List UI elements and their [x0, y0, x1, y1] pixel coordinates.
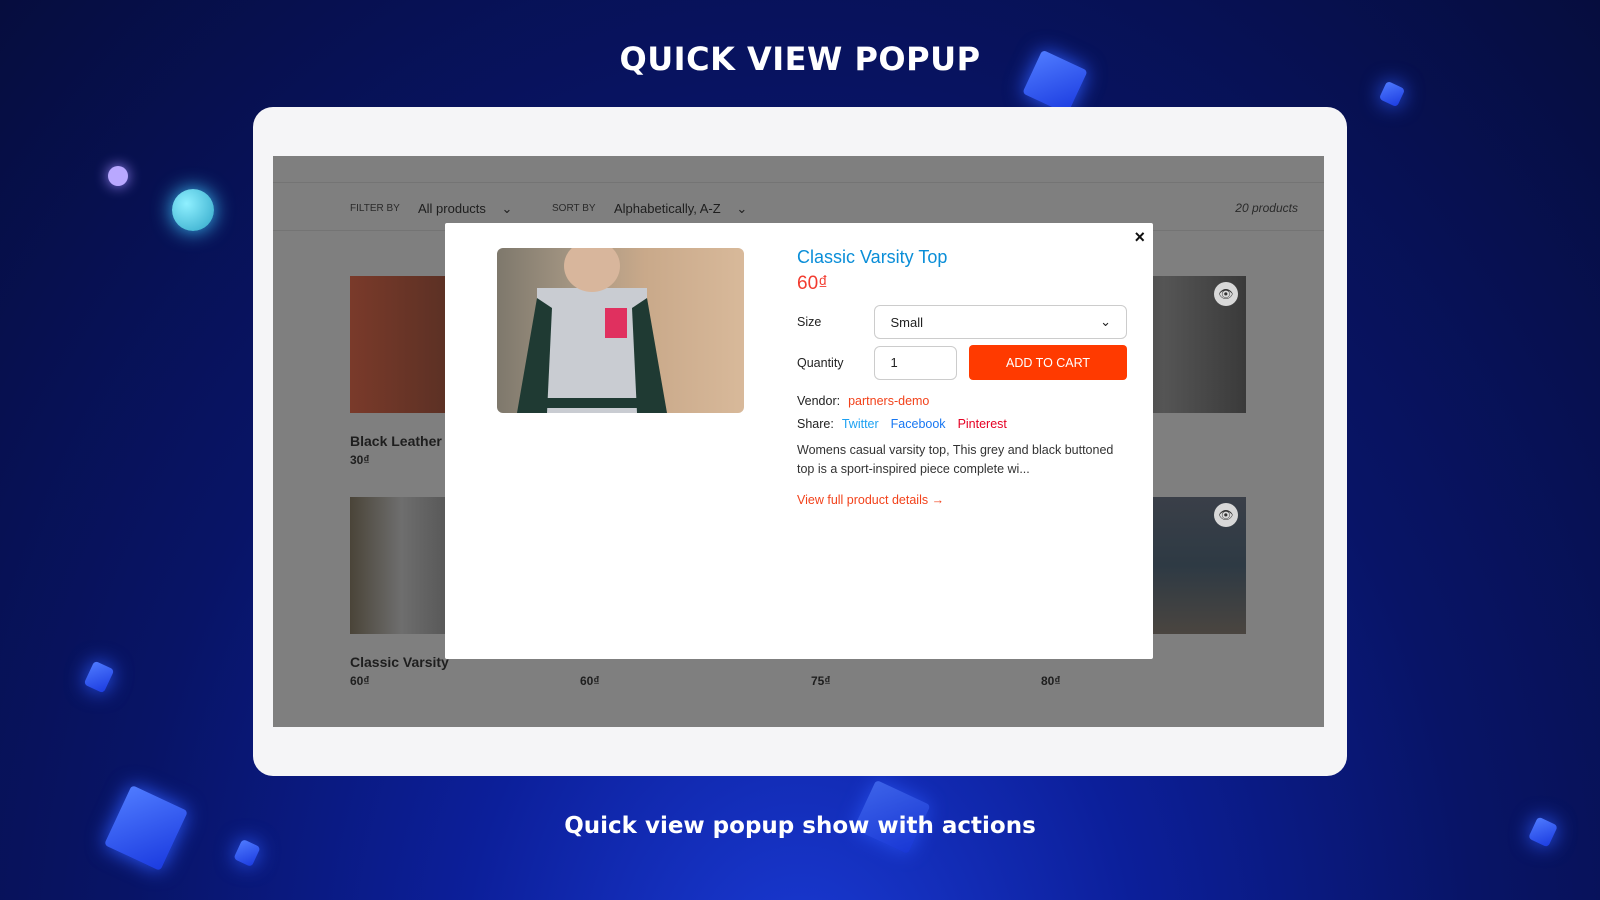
chevron-down-icon: ⌄	[736, 201, 748, 216]
share-pinterest-link[interactable]: Pinterest	[958, 417, 1007, 431]
decor-gem	[1378, 80, 1406, 108]
size-select[interactable]: Small ⌄	[874, 305, 1127, 339]
page-caption: Quick view popup show with actions	[564, 813, 1036, 839]
share-facebook-link[interactable]: Facebook	[891, 417, 946, 431]
add-to-cart-button[interactable]: ADD TO CART	[969, 345, 1127, 380]
close-icon[interactable]: ×	[1134, 227, 1145, 248]
sort-value: Alphabetically, A-Z	[614, 201, 721, 216]
decor-orb	[108, 166, 128, 186]
product-price: 60₫	[350, 674, 370, 688]
page-headline: QUICK VIEW POPUP	[619, 40, 981, 78]
view-full-details-link[interactable]: View full product details →	[797, 493, 1127, 507]
divider	[273, 182, 1324, 183]
product-price: 60₫	[580, 674, 600, 688]
product-price: 75₫	[811, 674, 831, 688]
product-title[interactable]: Classic Varsity Top	[797, 247, 1127, 268]
share-label: Share:	[797, 417, 834, 431]
vendor-label: Vendor:	[797, 394, 841, 408]
product-description: Womens casual varsity top, This grey and…	[797, 443, 1114, 476]
sort-label: SORT BY	[552, 203, 596, 214]
varsity-jacket-illustration	[517, 248, 667, 413]
product-info: Classic Varsity Top 60₫ Size Small ⌄ Quan…	[797, 247, 1127, 507]
product-price: 80₫	[1041, 674, 1061, 688]
share-twitter-link[interactable]: Twitter	[842, 417, 879, 431]
vendor-link[interactable]: partners-demo	[848, 394, 929, 408]
filter-label: FILTER BY	[350, 203, 400, 214]
chevron-down-icon: ⌄	[501, 201, 513, 216]
decor-gem	[233, 838, 261, 868]
product-count: 20 products	[1235, 201, 1298, 215]
decor-orb	[172, 189, 214, 231]
product-price: 60₫	[797, 273, 828, 294]
filter-value: All products	[418, 201, 486, 216]
chevron-down-icon: ⌄	[1100, 314, 1111, 329]
quantity-value: 1	[890, 355, 898, 370]
decor-gem	[83, 660, 115, 694]
product-image	[497, 248, 744, 413]
quantity-label: Quantity	[797, 355, 844, 370]
filter-select[interactable]: All products ⌄	[418, 201, 512, 217]
quick-view-eye-icon[interactable]: 👁	[1214, 503, 1238, 527]
quick-view-modal: × Classic Varsity Top 60₫ Size Small ⌄ Qu…	[445, 223, 1153, 659]
size-value: Small	[890, 314, 923, 330]
quantity-input[interactable]: 1	[874, 345, 958, 380]
size-label: Size	[797, 315, 822, 329]
sort-select[interactable]: Alphabetically, A-Z ⌄	[614, 201, 747, 217]
quick-view-eye-icon[interactable]: 👁	[1214, 282, 1238, 306]
